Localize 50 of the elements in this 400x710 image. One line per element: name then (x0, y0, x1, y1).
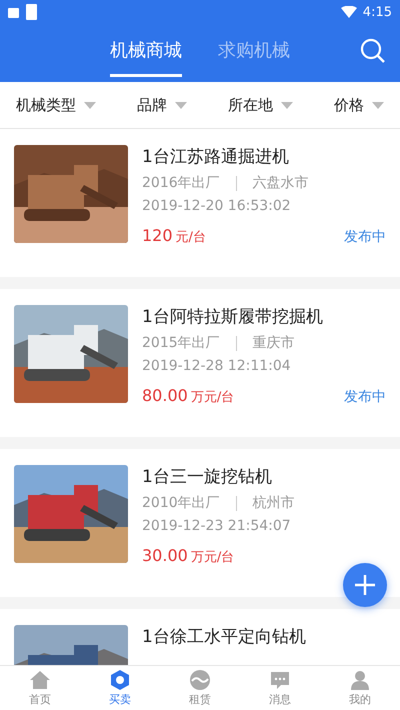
post-date: 2019-12-23 21:54:07 (142, 518, 291, 534)
listing-card[interactable]: 1台徐工水平定向钻机 (0, 609, 400, 665)
filter-dropdown[interactable]: 品牌 (137, 96, 167, 114)
price: 80.00 (142, 386, 188, 405)
chat-icon (269, 669, 291, 691)
clock-time: 4:15 (362, 4, 392, 20)
notification-icon (8, 6, 20, 18)
listing-title: 1台三一旋挖钻机 (142, 466, 273, 488)
listing-status: 发布中 (344, 228, 386, 246)
price-unit: 万元/台 (190, 549, 234, 566)
listing-status: 发布中 (344, 388, 386, 406)
search-icon[interactable] (360, 38, 386, 64)
price-unit: 元/台 (176, 229, 206, 246)
listing-title: 1台阿特拉斯履带挖掘机 (142, 306, 324, 328)
nav-tab[interactable]: 我的 (349, 692, 371, 707)
sim-card-icon (26, 4, 38, 20)
plus-icon (354, 574, 376, 596)
location: 杭州市 (252, 494, 295, 512)
filter-dropdown[interactable]: 机械类型 (16, 96, 76, 114)
post-date: 2019-12-20 16:53:02 (142, 198, 291, 214)
filter-dropdown[interactable]: 所在地 (228, 96, 273, 114)
wifi-icon (340, 6, 357, 18)
build-year: 2015年出厂 (142, 334, 220, 352)
price: 120 (142, 226, 173, 245)
listing-card[interactable]: 1台三一旋挖钻机 2010年出厂 杭州市 2019-12-23 21:54:07 30.00 万元/台 (0, 449, 400, 597)
user-icon (349, 669, 371, 691)
listing-title: 1台江苏路通掘进机 (142, 146, 290, 168)
wave-circle-icon (189, 669, 211, 691)
location: 重庆市 (252, 334, 295, 352)
filter-dropdown[interactable]: 价格 (334, 96, 364, 114)
hexagon-icon (109, 669, 131, 691)
price: 30.00 (142, 546, 188, 565)
nav-tab[interactable]: 买卖 (109, 692, 131, 707)
caret-icon (175, 102, 187, 108)
listing-title: 1台徐工水平定向钻机 (142, 626, 307, 648)
location: 六盘水市 (252, 174, 309, 192)
listing-card[interactable]: 1台阿特拉斯履带挖掘机 2015年出厂 重庆市 2019-12-28 12:11:04 80.00 万元/台 发布中 (0, 289, 400, 437)
price-unit: 万元/台 (190, 389, 234, 406)
caret-icon (84, 102, 96, 108)
header-tab[interactable]: 机械商城 (110, 30, 182, 76)
nav-tab[interactable]: 消息 (269, 692, 291, 707)
build-year: 2010年出厂 (142, 494, 220, 512)
caret-icon (372, 102, 384, 108)
home-icon (29, 669, 51, 691)
nav-tab[interactable]: 首页 (29, 692, 51, 707)
build-year: 2016年出厂 (142, 174, 220, 192)
listing-card[interactable]: 1台江苏路通掘进机 2016年出厂 六盘水市 2019-12-20 16:53:02 120 元/台 发布中 (0, 129, 400, 277)
nav-tab[interactable]: 租赁 (189, 692, 211, 707)
post-date: 2019-12-28 12:11:04 (142, 358, 291, 374)
caret-icon (281, 102, 293, 108)
